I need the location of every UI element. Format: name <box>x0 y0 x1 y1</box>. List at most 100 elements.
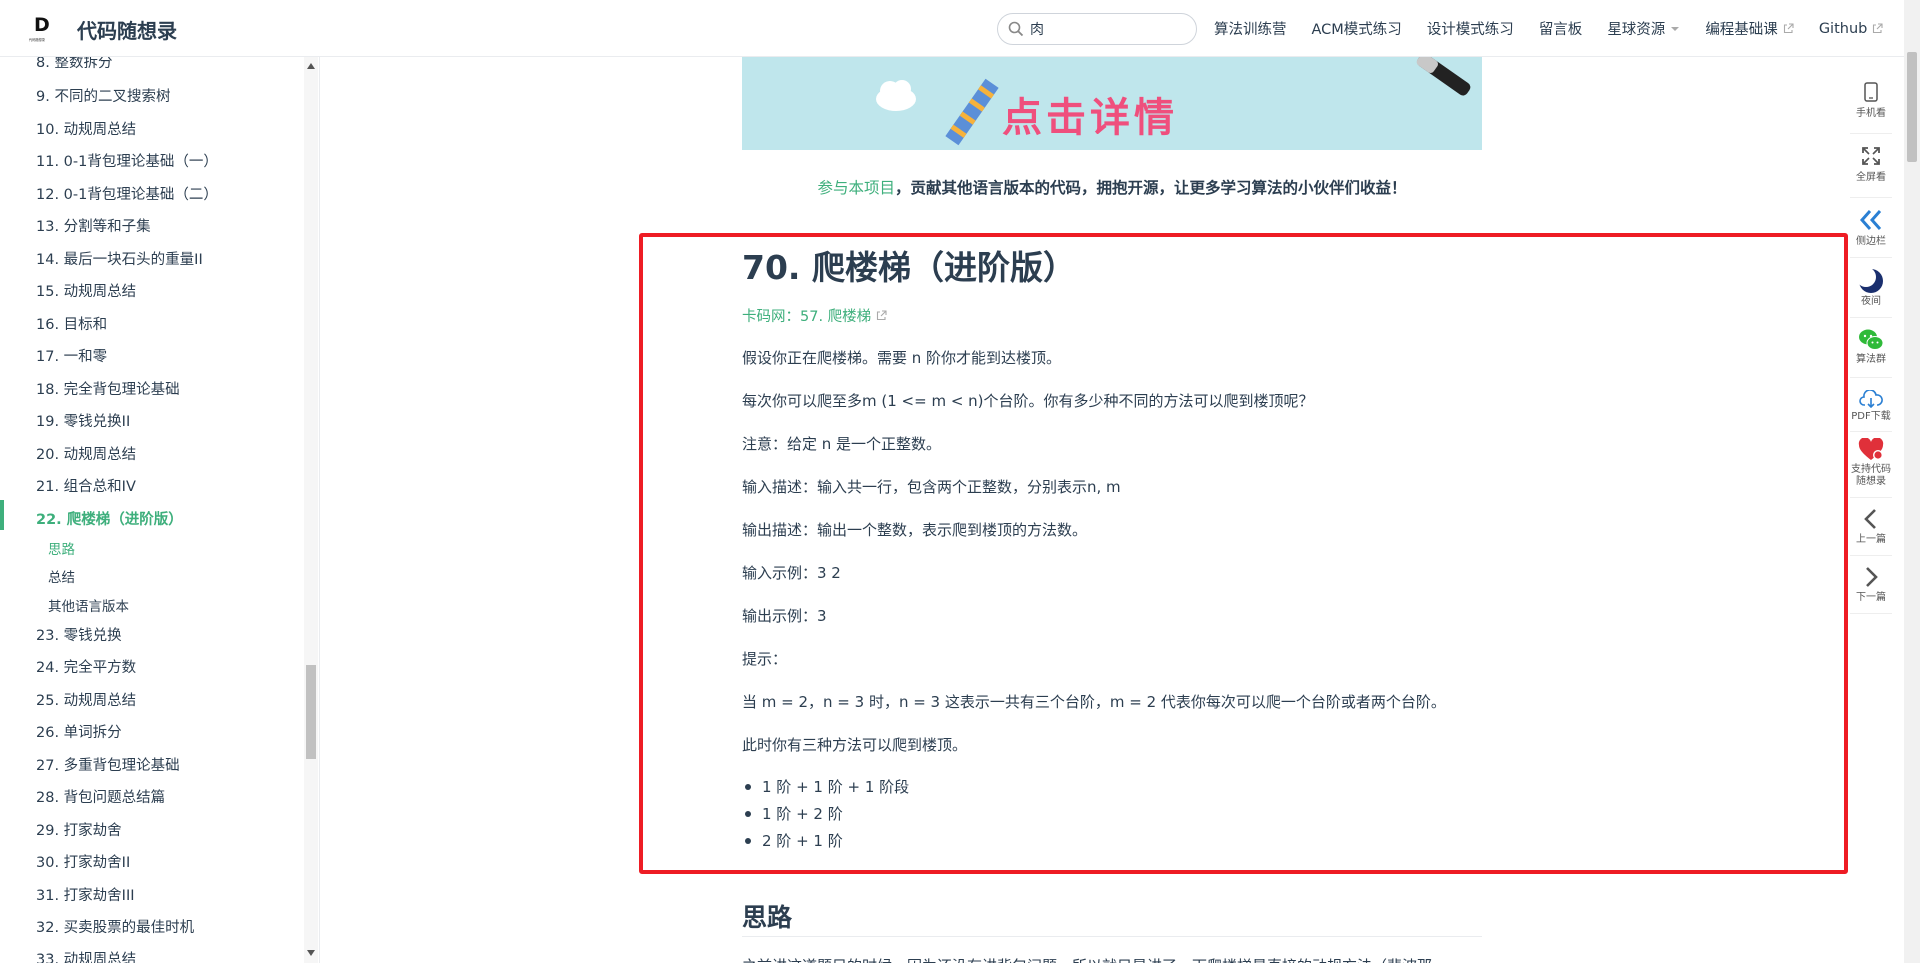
sidebar: 8. 整数拆分 9. 不同的二叉搜索树 10. 动规周总结 11. 0-1背包理… <box>0 57 320 963</box>
sidebar-scrollbar[interactable] <box>304 57 318 963</box>
sidebar-subitem[interactable]: 总结 <box>48 566 75 586</box>
sidebar-item[interactable]: 27. 多重背包理论基础 <box>36 754 180 775</box>
toolbar-label: 手机看 <box>1856 108 1886 119</box>
sidebar-item[interactable]: 18. 完全背包理论基础 <box>36 378 180 399</box>
sidebar-item[interactable]: 17. 一和零 <box>36 345 107 366</box>
sidebar-active-indicator <box>0 500 4 530</box>
sidebar-item[interactable]: 20. 动规周总结 <box>36 443 136 464</box>
article-paragraph: 提示： <box>742 650 788 668</box>
sidebar-item[interactable]: 29. 打家劫舍 <box>36 819 122 840</box>
sidebar-scrollbar-thumb[interactable] <box>306 665 316 759</box>
kama-link[interactable]: 卡码网：57. 爬楼梯 <box>742 305 887 326</box>
search-box[interactable] <box>997 13 1197 45</box>
nav-link-label: ACM模式练习 <box>1311 22 1402 38</box>
scroll-up-arrow-icon[interactable] <box>307 63 315 69</box>
external-link-icon <box>1783 23 1794 34</box>
sidebar-item[interactable]: 23. 零钱兑换 <box>36 624 122 645</box>
algorithm-group-button[interactable]: 算法群 <box>1850 318 1892 378</box>
article-paragraph: 输入描述：输入共一行，包含两个正整数，分别表示n, m <box>742 478 1121 496</box>
sidebar-collapse-icon <box>1859 210 1882 230</box>
toolbar-label: 侧边栏 <box>1856 236 1886 247</box>
cloud-icon <box>876 80 916 111</box>
sidebar-subitem[interactable]: 其他语言版本 <box>48 595 129 615</box>
nav-link-design-patterns[interactable]: 设计模式练习 <box>1427 18 1514 39</box>
list-item: 1 阶 + 1 阶 + 1 阶段 <box>742 776 909 803</box>
nav-link-programming-basics[interactable]: 编程基础课 <box>1705 18 1794 39</box>
sidebar-item[interactable]: 9. 不同的二叉搜索树 <box>36 85 170 106</box>
scroll-down-arrow-icon[interactable] <box>307 950 315 956</box>
nav-link-github[interactable]: Github <box>1819 18 1884 39</box>
toolbar-label: 支持代码随想录 <box>1851 464 1891 487</box>
sidebar-toggle-button[interactable]: 侧边栏 <box>1850 198 1892 258</box>
mobile-view-button[interactable]: 手机看 <box>1850 70 1892 134</box>
fullscreen-icon <box>1862 147 1880 165</box>
sidebar-item[interactable]: 19. 零钱兑换II <box>36 410 130 431</box>
logo-subtext: 代码随想录 <box>29 38 45 42</box>
night-mode-button[interactable]: 夜间 <box>1850 258 1892 318</box>
window-scrollbar[interactable] <box>1904 0 1920 963</box>
toolbar-label: 全屏看 <box>1856 172 1886 183</box>
sidebar-subitem-active[interactable]: 思路 <box>48 538 75 558</box>
nav-link-label: 星球资源 <box>1607 22 1666 38</box>
nav-link-label: 设计模式练习 <box>1426 22 1514 38</box>
sidebar-item[interactable]: 8. 整数拆分 <box>36 57 112 72</box>
logo-letter: D <box>34 14 50 36</box>
nav-links: 算法训练营 ACM模式练习 设计模式练习 留言板 星球资源 编程基础课 Gith… <box>1214 18 1908 39</box>
site-title[interactable]: 代码随想录 <box>77 15 177 44</box>
nav-link-message-board[interactable]: 留言板 <box>1539 18 1583 39</box>
sidebar-item[interactable]: 31. 打家劫舍III <box>36 884 135 905</box>
top-navbar: D 代码随想录 代码随想录 算法训练营 ACM模式练习 设计模式练习 留言板 星… <box>0 0 1904 57</box>
sidebar-item[interactable]: 24. 完全平方数 <box>36 656 136 677</box>
ladder-icon <box>945 78 999 146</box>
sidebar-item[interactable]: 11. 0-1背包理论基础（一） <box>36 150 218 171</box>
article-title: 70. 爬楼梯（进阶版） <box>742 248 1076 287</box>
contribute-link[interactable]: 参与本项目 <box>817 179 895 197</box>
contribute-text: ，贡献其他语言版本的代码，拥抱开源，让更多学习算法的小伙伴们收益！ <box>895 179 1407 197</box>
sidebar-item[interactable]: 15. 动规周总结 <box>36 280 136 301</box>
sidebar-item[interactable]: 10. 动规周总结 <box>36 118 136 139</box>
promo-banner[interactable]: 点击详情 <box>742 57 1482 150</box>
toolbar-label: 夜间 <box>1861 296 1881 307</box>
nav-link-training[interactable]: 算法训练营 <box>1214 18 1287 39</box>
nav-link-label: 编程基础课 <box>1705 22 1778 38</box>
sidebar-item[interactable]: 13. 分割等和子集 <box>36 215 151 236</box>
sidebar-item[interactable]: 16. 目标和 <box>36 313 107 334</box>
article-paragraph: 当 m = 2，n = 3 时，n = 3 这表示一共有三个台阶，m = 2 代… <box>742 693 1446 711</box>
sidebar-item[interactable]: 26. 单词拆分 <box>36 721 122 742</box>
next-article-button[interactable]: 下一篇 <box>1850 556 1892 614</box>
fullscreen-button[interactable]: 全屏看 <box>1850 134 1892 198</box>
sidebar-item[interactable]: 28. 背包问题总结篇 <box>36 786 165 807</box>
previous-article-button[interactable]: 上一篇 <box>1850 498 1892 556</box>
moon-icon <box>1858 268 1883 293</box>
sidebar-item[interactable]: 14. 最后一块石头的重量II <box>36 248 203 269</box>
sidebar-item[interactable]: 25. 动规周总结 <box>36 689 136 710</box>
external-link-icon <box>876 310 887 321</box>
search-input[interactable] <box>1030 18 1185 40</box>
list-item: 2 阶 + 1 阶 <box>742 830 909 857</box>
sidebar-item[interactable]: 30. 打家劫舍II <box>36 851 130 872</box>
nav-link-planet-resources[interactable]: 星球资源 <box>1607 18 1680 39</box>
nav-link-label: Github <box>1818 20 1868 37</box>
pdf-download-button[interactable]: PDF下载 <box>1850 378 1892 432</box>
wechat-icon <box>1859 329 1884 350</box>
pen-icon <box>1416 57 1471 96</box>
toolbar-label: 下一篇 <box>1856 592 1886 603</box>
search-icon <box>1008 21 1024 37</box>
article-paragraph: 输入示例：3 2 <box>742 564 841 582</box>
heading-divider <box>742 936 1482 937</box>
chevron-left-icon <box>1864 509 1876 529</box>
article-paragraph: 每次你可以爬至多m (1 <= m < n)个台阶。你有多少种不同的方法可以爬到… <box>742 392 1314 410</box>
sidebar-item[interactable]: 21. 组合总和IV <box>36 475 136 496</box>
nav-link-acm[interactable]: ACM模式练习 <box>1312 18 1402 39</box>
sidebar-item[interactable]: 12. 0-1背包理论基础（二） <box>36 183 218 204</box>
toolbar-label: 算法群 <box>1856 354 1886 365</box>
window-scrollbar-thumb[interactable] <box>1907 52 1917 162</box>
sidebar-item[interactable]: 33. 动规周总结 <box>36 948 136 963</box>
sidebar-item-active[interactable]: 22. 爬楼梯（进阶版） <box>36 508 183 529</box>
article-paragraph-cutoff: 之前讲这道题目的时候，因为还没有讲背包问题，所以就只是讲了一下爬楼梯最直接的动规… <box>742 955 1482 963</box>
support-button[interactable]: 支持代码随想录 <box>1850 432 1892 498</box>
right-toolbar: 手机看 全屏看 侧边栏 夜间 算法群 PDF下载 支持代码随想录 上一篇 下一篇 <box>1850 70 1892 614</box>
site-logo[interactable]: D 代码随想录 <box>29 14 55 44</box>
dropdown-caret-icon <box>1671 26 1680 31</box>
sidebar-item[interactable]: 32. 买卖股票的最佳时机 <box>36 916 194 937</box>
